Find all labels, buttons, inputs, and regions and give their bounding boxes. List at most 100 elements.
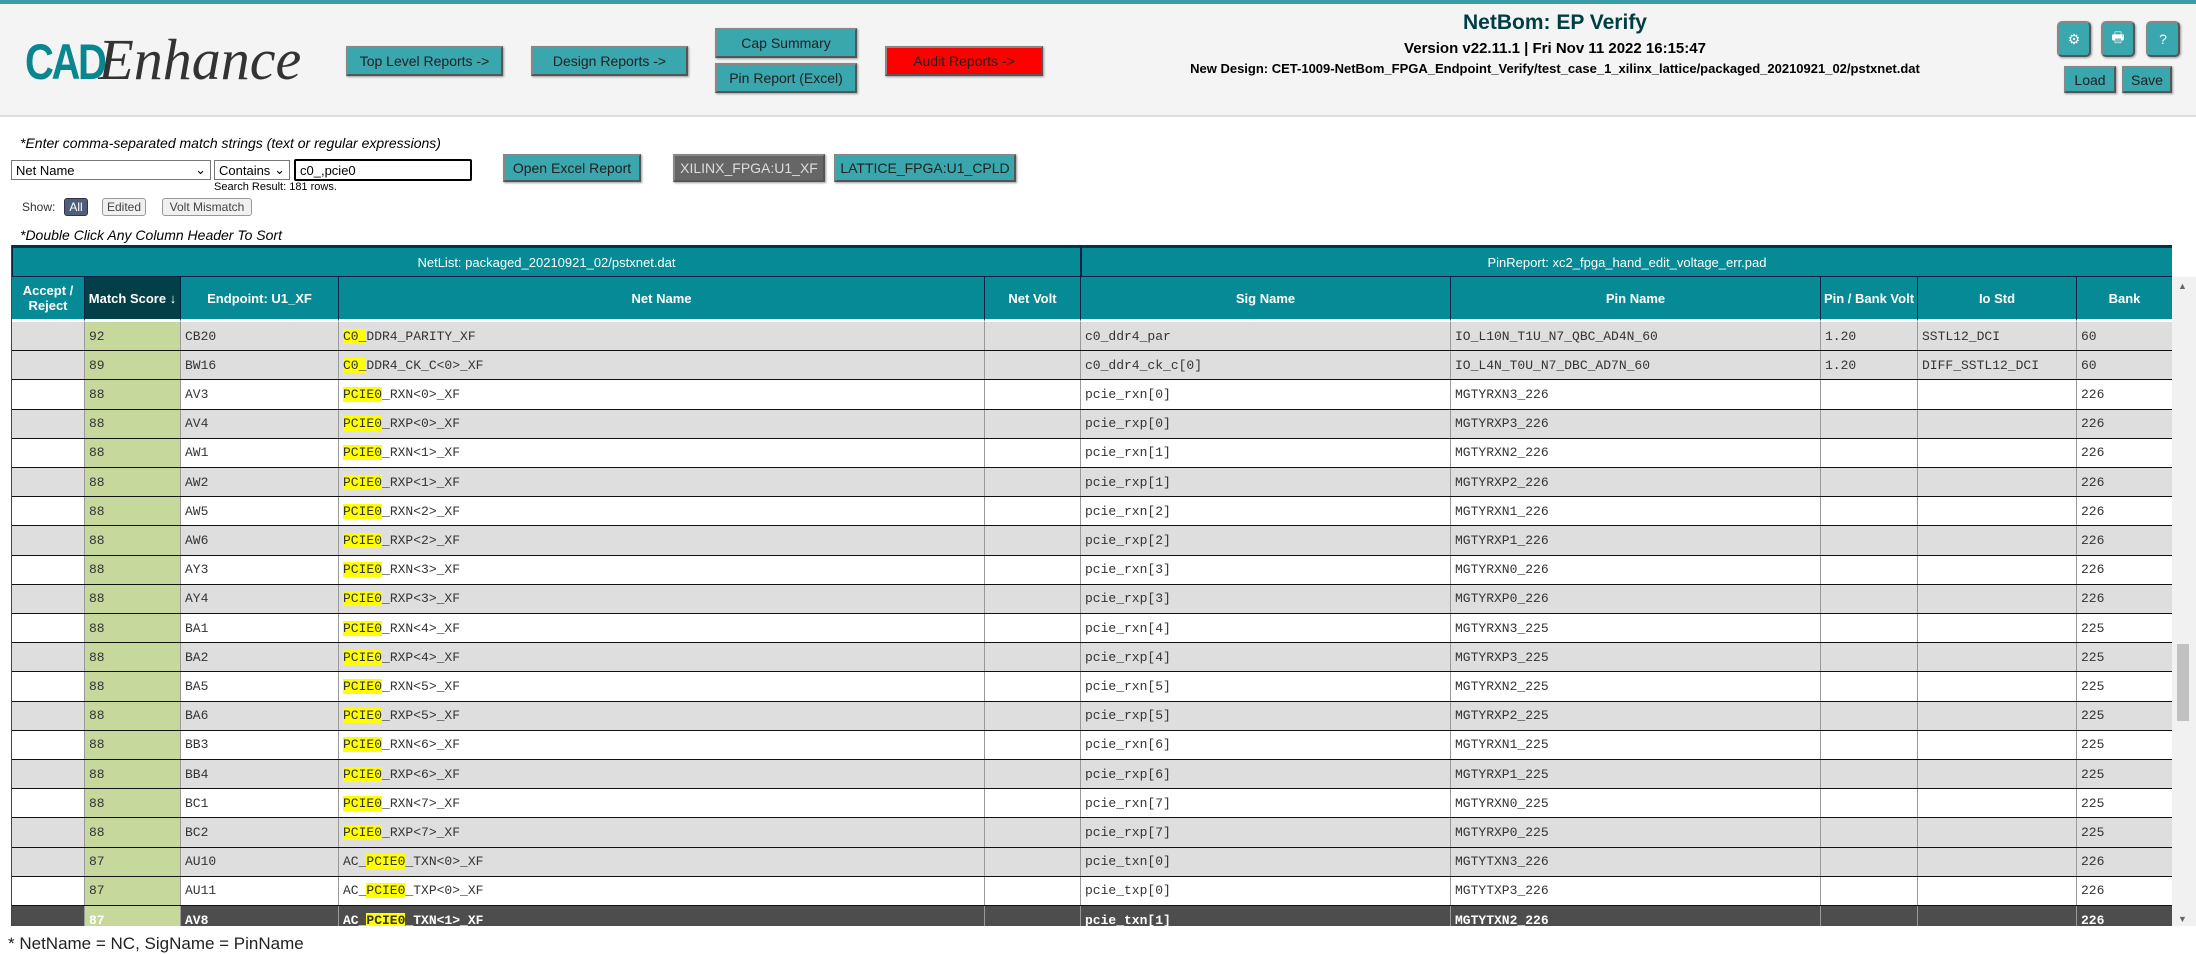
table-row[interactable]: 88 AW2 PCIE0 _RXP<1>_XF pcie_rxp[1] MGTYRXP2_… [12,468,2172,498]
cell-pinvolt [1821,409,1918,438]
cell-accept[interactable] [12,643,85,672]
column-header-sig[interactable]: Sig Name [1081,277,1451,322]
cell-iostd [1918,468,2077,497]
cell-pinvolt [1821,672,1918,701]
match-highlight: PCIE0 [343,708,383,724]
top-level-reports-button[interactable]: Top Level Reports -> [346,46,503,76]
table-row[interactable]: 88 BC1 PCIE0 _RXN<7>_XF pcie_rxn[7] MGTYRXN0_… [12,789,2172,819]
cell-accept[interactable] [12,730,85,759]
cell-accept[interactable] [12,789,85,818]
cell-accept[interactable] [12,672,85,701]
cap-summary-button[interactable]: Cap Summary [715,28,857,58]
table-row[interactable]: 88 BA6 PCIE0 _RXP<5>_XF pcie_rxp[5] MGTYRXP2_… [12,701,2172,731]
cell-accept[interactable] [12,526,85,555]
show-all-filter[interactable]: All [64,198,88,216]
column-header-pinvolt[interactable]: Pin / Bank Volt [1821,277,1918,322]
table-row[interactable]: 88 BB4 PCIE0 _RXP<6>_XF pcie_rxp[6] MGTYRXP1_… [12,760,2172,790]
match-highlight: PCIE0 [366,883,406,899]
show-edited-filter[interactable]: Edited [102,198,146,216]
table-row[interactable]: 88 AW1 PCIE0 _RXN<1>_XF pcie_rxn[1] MGTYRXN2_… [12,438,2172,468]
cell-accept[interactable] [12,876,85,905]
match-highlight: PCIE0 [343,386,383,402]
cell-accept[interactable] [12,760,85,789]
cell-pinvolt [1821,906,1918,926]
cell-accept[interactable] [12,468,85,497]
cell-accept[interactable] [12,614,85,643]
column-header-netvolt[interactable]: Net Volt [985,277,1081,322]
table-row[interactable]: 88 AW5 PCIE0 _RXN<2>_XF pcie_rxn[2] MGTYRXN1_… [12,497,2172,527]
column-header-pin[interactable]: Pin Name [1451,277,1821,322]
table-row[interactable]: 88 AV4 PCIE0 _RXP<0>_XF pcie_rxp[0] MGTYRXP3_… [12,409,2172,439]
pin-report-excel-button[interactable]: Pin Report (Excel) [715,63,857,93]
match-mode-select[interactable]: Contains ⌄ [214,160,290,180]
cell-net: PCIE0 _RXN<6>_XF [339,730,985,759]
table-row[interactable]: 88 AY4 PCIE0 _RXP<3>_XF pcie_rxp[3] MGTYRXP0_… [12,584,2172,614]
column-header-bank[interactable]: Bank [2077,277,2172,322]
cell-bank: 60 [2077,322,2172,350]
cell-iostd [1918,497,2077,526]
cell-endpoint: BC1 [181,789,339,818]
cell-pin: MGTYRXP0_225 [1451,818,1821,847]
cell-netvolt [985,380,1081,409]
cell-score: 88 [85,672,181,701]
cell-accept[interactable] [12,497,85,526]
net-name-text: _RXN<7>_XF [382,795,461,811]
cell-accept[interactable] [12,409,85,438]
cell-sig: pcie_txn[0] [1081,847,1451,876]
cell-netvolt [985,497,1081,526]
table-row[interactable]: 88 BA2 PCIE0 _RXP<4>_XF pcie_rxp[4] MGTYRXP3_… [12,643,2172,673]
table-row[interactable]: 88 AW6 PCIE0 _RXP<2>_XF pcie_rxp[2] MGTYRXP1_… [12,526,2172,556]
table-scrollbar[interactable] [2172,277,2196,926]
design-reports-button[interactable]: Design Reports -> [531,46,688,76]
table-row[interactable]: 88 BB3 PCIE0 _RXN<6>_XF pcie_rxn[6] MGTYRXN1_… [12,730,2172,760]
table-row[interactable]: 88 BA5 PCIE0 _RXN<5>_XF pcie_rxn[5] MGTYRXN2_… [12,672,2172,702]
scrollbar-thumb[interactable] [2177,644,2189,721]
audit-reports-button[interactable]: Audit Reports -> [885,46,1043,76]
show-volt-mismatch-filter[interactable]: Volt Mismatch [162,198,252,216]
settings-button[interactable]: ⚙ [2057,21,2091,57]
scroll-up-icon[interactable]: ▲ [2178,281,2187,291]
cell-accept[interactable] [12,555,85,584]
search-field-select[interactable]: Net Name ⌄ [11,160,211,180]
xilinx-fpga-tab[interactable]: XILINX_FPGA:U1_XF [673,154,825,182]
match-highlight: PCIE0 [343,532,383,548]
table-row[interactable]: 88 AV3 PCIE0 _RXN<0>_XF pcie_rxn[0] MGTYRXN3_… [12,380,2172,410]
open-excel-report-button[interactable]: Open Excel Report [503,154,641,182]
table-row[interactable]: 88 AY3 PCIE0 _RXN<3>_XF pcie_rxn[3] MGTYRXN0_… [12,555,2172,585]
column-header-net[interactable]: Net Name [339,277,985,322]
cell-accept[interactable] [12,906,85,926]
lattice-fpga-tab[interactable]: LATTICE_FPGA:U1_CPLD [834,154,1016,182]
cell-endpoint: BC2 [181,818,339,847]
table-row[interactable]: 87 AU10 AC_ PCIE0 _TXN<0>_XF pcie_txn[0] MGTYT… [12,847,2172,877]
table-row[interactable]: 87 AU11 AC_ PCIE0 _TXP<0>_XF pcie_txp[0] MGTYT… [12,876,2172,906]
column-header-endpoint[interactable]: Endpoint: U1_XF [181,277,339,322]
cell-accept[interactable] [12,818,85,847]
cell-accept[interactable] [12,322,85,351]
scroll-down-icon[interactable]: ▼ [2178,914,2187,924]
cell-accept[interactable] [12,847,85,876]
cell-accept[interactable] [12,584,85,613]
print-button[interactable]: 🖶 [2101,21,2135,57]
help-button[interactable]: ? [2146,21,2180,57]
table-row[interactable]: 92 CB20 C0_ DDR4_PARITY_XF c0_ddr4_par IO_L10… [12,322,2172,352]
cell-pinvolt [1821,438,1918,467]
chevron-down-icon: ⌄ [195,162,206,177]
cell-pin: IO_L4N_T0U_N7_DBC_AD7N_60 [1451,351,1821,380]
cell-accept[interactable] [12,701,85,730]
table-row[interactable]: 87 AV8 AC_ PCIE0 _TXN<1>_XF pcie_txn[1] MGTYTX… [12,906,2172,926]
load-button[interactable]: Load [2064,66,2116,93]
search-input[interactable]: c0_,pcie0 [294,159,472,181]
cell-bank: 226 [2077,410,2172,438]
cell-pinvolt [1821,555,1918,584]
cell-accept[interactable] [12,351,85,380]
column-header-accept[interactable]: Accept / Reject [12,277,85,322]
column-header-iostd[interactable]: Io Std [1918,277,2077,322]
column-header-score[interactable]: Match Score ↓ [85,277,181,322]
cell-accept[interactable] [12,380,85,409]
table-row[interactable]: 88 BA1 PCIE0 _RXN<4>_XF pcie_rxn[4] MGTYRXN3_… [12,614,2172,644]
table-row[interactable]: 89 BW16 C0_ DDR4_CK_C<0>_XF c0_ddr4_ck_c[0] I… [12,351,2172,381]
save-button[interactable]: Save [2122,66,2172,93]
cell-accept[interactable] [12,438,85,467]
table-row[interactable]: 88 BC2 PCIE0 _RXP<7>_XF pcie_rxp[7] MGTYRXP0_… [12,818,2172,848]
cell-score: 87 [85,847,181,876]
